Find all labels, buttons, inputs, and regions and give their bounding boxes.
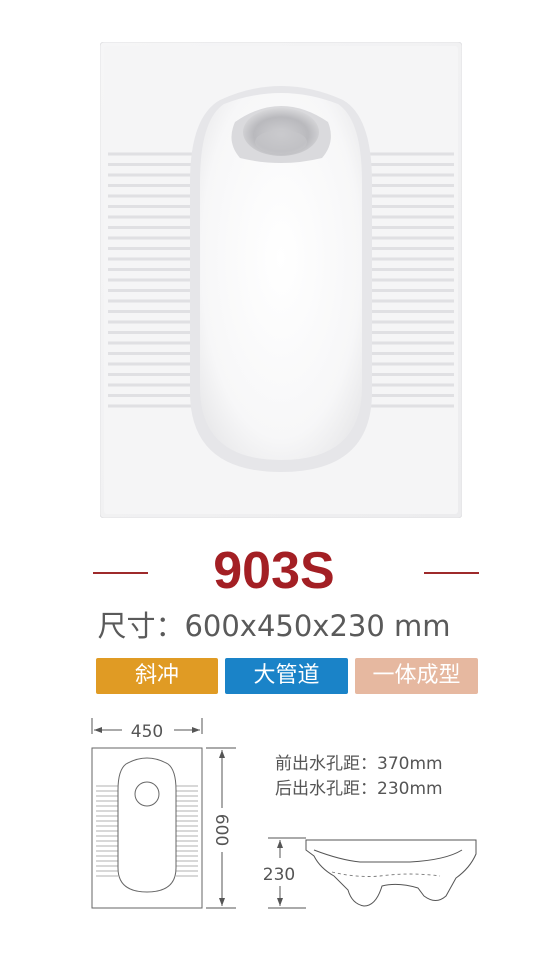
dim-length-label: 600 — [211, 814, 231, 846]
tag-large-pipe: 大管道 — [225, 658, 348, 694]
dimension-diagram: 450 600 230 — [91, 718, 477, 909]
rear-outlet-distance: 后出水孔距：230mm — [275, 779, 443, 799]
model-number: 903S — [213, 542, 335, 600]
dim-height-label: 230 — [263, 865, 295, 885]
product-photo — [100, 42, 462, 518]
size-text: 尺寸：600x450x230 mm — [97, 609, 451, 643]
front-outlet-distance: 前出水孔距：370mm — [275, 754, 443, 774]
dim-width-label: 450 — [131, 722, 163, 742]
tag-one-piece: 一体成型 — [355, 658, 478, 694]
outlet-specs: 前出水孔距：370mm 后出水孔距：230mm — [275, 752, 443, 802]
tag-slant-flush: 斜冲 — [96, 658, 218, 694]
